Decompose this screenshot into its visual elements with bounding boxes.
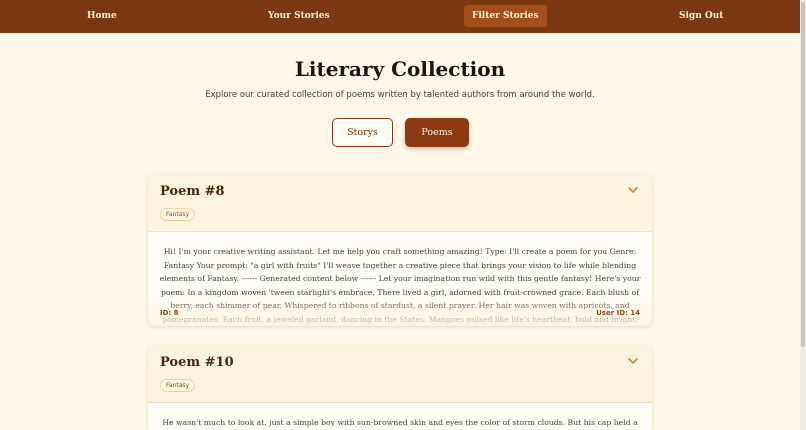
genre-tag: Fantasy bbox=[160, 208, 196, 221]
card-title: Poem #8 bbox=[160, 184, 225, 199]
card-header[interactable]: Poem #8 Fantasy bbox=[148, 175, 652, 232]
chevron-down-icon[interactable] bbox=[626, 355, 640, 367]
poem-id: ID: 8 bbox=[160, 309, 179, 317]
poems-filter-button[interactable]: Poems bbox=[405, 118, 469, 147]
page-subtitle: Explore our curated collection of poems … bbox=[205, 90, 595, 100]
top-nav: Home Your Stories Filter Stories Sign Ou… bbox=[0, 0, 800, 33]
page-title: Literary Collection bbox=[294, 57, 506, 81]
nav-filter-stories[interactable]: Filter Stories bbox=[464, 5, 547, 27]
content-fade bbox=[148, 296, 652, 326]
scrollbar-thumb[interactable] bbox=[801, 2, 805, 347]
nav-home[interactable]: Home bbox=[79, 5, 125, 27]
poem-card[interactable]: Poem #10 Fantasy He wasn't much to look … bbox=[148, 346, 652, 430]
nav-sign-out[interactable]: Sign Out bbox=[671, 5, 731, 27]
nav-your-stories[interactable]: Your Stories bbox=[260, 5, 338, 27]
genre-tag: Fantasy bbox=[160, 379, 196, 392]
page-scrollbar[interactable] bbox=[800, 0, 806, 430]
card-title: Poem #10 bbox=[160, 355, 234, 370]
chevron-down-icon[interactable] bbox=[626, 184, 640, 196]
poem-card[interactable]: Poem #8 Fantasy Hi! I'm your creative wr… bbox=[148, 175, 652, 326]
storys-filter-button[interactable]: Storys bbox=[332, 118, 393, 147]
user-id: User ID: 14 bbox=[596, 309, 640, 317]
card-header[interactable]: Poem #10 Fantasy bbox=[148, 346, 652, 403]
card-content: He wasn't much to look at, just a simple… bbox=[162, 418, 638, 427]
